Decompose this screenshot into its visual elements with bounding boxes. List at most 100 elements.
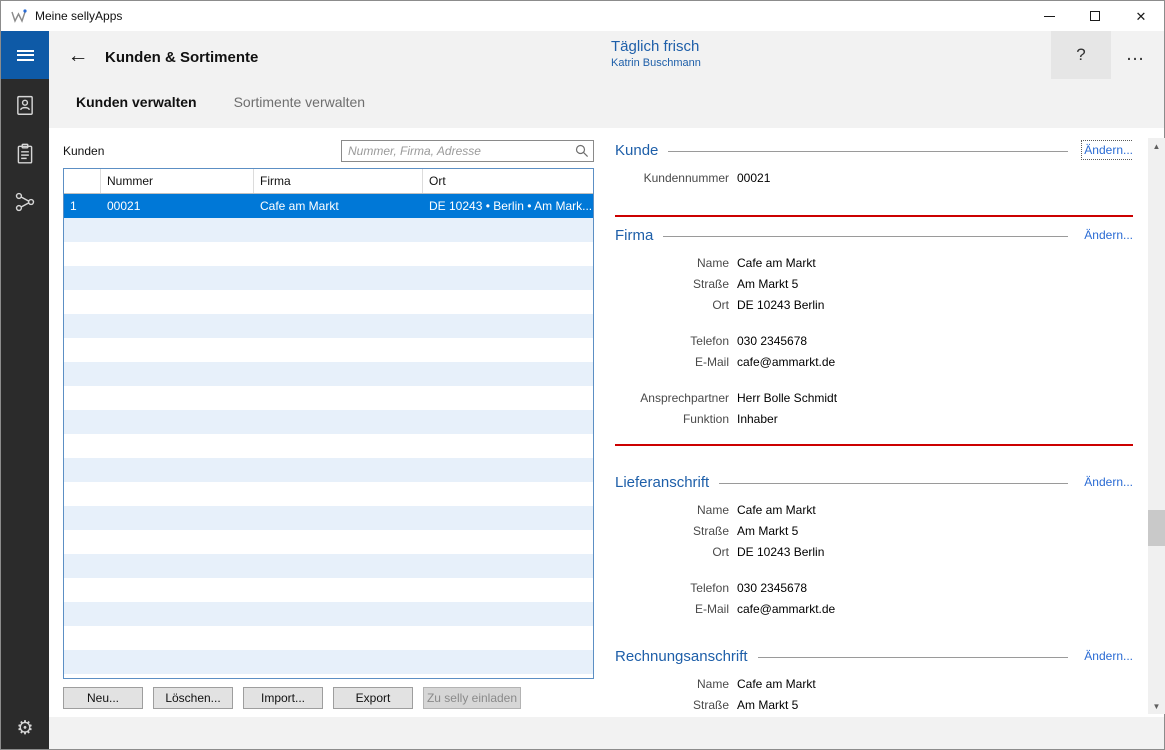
sidebar-item-share[interactable] — [1, 187, 49, 217]
field-value: Cafe am Markt — [737, 253, 816, 274]
section-firma: FirmaÄndern...NameCafe am MarktStraßeAm … — [615, 215, 1133, 446]
field-label: Telefon — [615, 331, 737, 352]
tab-kunden-verwalten[interactable]: Kunden verwalten — [76, 94, 197, 110]
main-content: Kunden Nummer Firma Ort 100021Cafe am Ma… — [49, 128, 1164, 719]
section-rechnungsanschrift: RechnungsanschriftÄndern...NameCafe am M… — [615, 646, 1133, 714]
empty-row[interactable] — [64, 362, 593, 386]
back-button[interactable]: ← — [61, 39, 95, 73]
empty-row[interactable] — [64, 434, 593, 458]
column-header-rowselector[interactable] — [64, 169, 101, 193]
close-icon: ✕ — [1136, 10, 1147, 23]
field-gap — [615, 373, 1133, 388]
section-title: Rechnungsanschrift — [615, 648, 748, 665]
list-title: Kunden — [63, 144, 104, 158]
scroll-thumb[interactable] — [1148, 510, 1165, 546]
table-row[interactable]: 100021Cafe am MarktDE 10243 • Berlin • A… — [64, 194, 593, 218]
empty-row[interactable] — [64, 242, 593, 266]
field-row: NameCafe am Markt — [615, 500, 1133, 521]
sidebar-item-customers[interactable] — [1, 91, 49, 121]
field-value: cafe@ammarkt.de — [737, 352, 835, 373]
empty-row[interactable] — [64, 554, 593, 578]
search-input[interactable] — [341, 140, 594, 162]
section-divider — [719, 483, 1068, 484]
account-info[interactable]: Täglich frisch Katrin Buschmann — [611, 38, 701, 69]
section-header: Kunde Ändern... — [615, 140, 1133, 160]
empty-row[interactable] — [64, 506, 593, 530]
field-value: Herr Bolle Schmidt — [737, 388, 837, 409]
empty-row[interactable] — [64, 266, 593, 290]
menu-button[interactable] — [1, 31, 49, 79]
new-button[interactable]: Neu... — [63, 687, 143, 709]
field-label: E-Mail — [615, 599, 737, 620]
field-label: Name — [615, 253, 737, 274]
section-title: Lieferanschrift — [615, 474, 709, 491]
change-link-kunde[interactable]: Ändern... — [1084, 143, 1133, 157]
empty-row[interactable] — [64, 458, 593, 482]
field-label: Kundennummer — [615, 168, 737, 189]
field-label: Ort — [615, 295, 737, 316]
empty-row[interactable] — [64, 578, 593, 602]
maximize-button[interactable] — [1072, 1, 1118, 31]
field-row: E-Mailcafe@ammarkt.de — [615, 352, 1133, 373]
field-label: Straße — [615, 521, 737, 542]
sidebar-item-orders[interactable] — [1, 139, 49, 169]
help-icon: ? — [1076, 45, 1085, 65]
empty-row[interactable] — [64, 410, 593, 434]
back-arrow-icon: ← — [68, 44, 89, 68]
customer-table-body: 100021Cafe am MarktDE 10243 • Berlin • A… — [64, 194, 593, 674]
table-header: Nummer Firma Ort — [64, 169, 593, 194]
change-link-lieferanschrift[interactable]: Ändern... — [1084, 475, 1133, 489]
more-button[interactable]: … — [1113, 31, 1157, 79]
maximize-icon — [1090, 11, 1100, 21]
delete-button[interactable]: Löschen... — [153, 687, 233, 709]
cell-index: 1 — [64, 194, 101, 218]
field-value: Am Markt 5 — [737, 521, 798, 542]
empty-row[interactable] — [64, 290, 593, 314]
cell-nummer: 00021 — [101, 194, 254, 218]
field-row: OrtDE 10243 Berlin — [615, 295, 1133, 316]
field-value: DE 10243 Berlin — [737, 295, 824, 316]
field-row: StraßeAm Markt 5 — [615, 695, 1133, 714]
section-header: Rechnungsanschrift Ändern... — [615, 646, 1133, 666]
vertical-scrollbar[interactable]: ▲ ▼ — [1148, 138, 1165, 714]
section-kunde: KundeÄndern...Kundennummer00021 — [615, 140, 1133, 189]
app-window: Meine sellyApps ✕ — [0, 0, 1165, 750]
help-button[interactable]: ? — [1051, 31, 1111, 79]
empty-row[interactable] — [64, 218, 593, 242]
section-lieferanschrift: Lieferanschrift Ändern... NameCafe am Mark… — [615, 472, 1133, 620]
scroll-down-icon[interactable]: ▼ — [1148, 698, 1165, 714]
empty-row[interactable] — [64, 314, 593, 338]
minimize-icon — [1044, 16, 1055, 17]
empty-row[interactable] — [64, 386, 593, 410]
customer-table: Nummer Firma Ort 100021Cafe am MarktDE 1… — [63, 168, 594, 679]
window-controls: ✕ — [1026, 1, 1164, 31]
search-icon — [575, 144, 589, 158]
sidebar: ⚙ — [1, 31, 49, 749]
empty-row[interactable] — [64, 338, 593, 362]
close-button[interactable]: ✕ — [1118, 1, 1164, 31]
change-link-rechnungsanschrift[interactable]: Ändern... — [1084, 649, 1133, 663]
export-button[interactable]: Export — [333, 687, 413, 709]
page-title: Kunden & Sortimente — [105, 49, 258, 66]
field-value: 030 2345678 — [737, 331, 807, 352]
import-button[interactable]: Import... — [243, 687, 323, 709]
section-title: Kunde — [615, 142, 658, 159]
column-header-nummer[interactable]: Nummer — [101, 169, 254, 193]
column-header-firma[interactable]: Firma — [254, 169, 423, 193]
settings-button[interactable]: ⚙ — [1, 713, 49, 743]
empty-row[interactable] — [64, 530, 593, 554]
scroll-up-icon[interactable]: ▲ — [1148, 138, 1165, 154]
column-header-ort[interactable]: Ort — [423, 169, 593, 193]
empty-row[interactable] — [64, 482, 593, 506]
field-label: Straße — [615, 695, 737, 714]
empty-row[interactable] — [64, 602, 593, 626]
empty-row[interactable] — [64, 626, 593, 650]
field-label: Straße — [615, 274, 737, 295]
empty-row[interactable] — [64, 650, 593, 674]
field-row: StraßeAm Markt 5 — [615, 274, 1133, 295]
tab-sortimente-verwalten[interactable]: Sortimente verwalten — [234, 94, 366, 110]
section-header: Lieferanschrift Ändern... — [615, 472, 1133, 492]
field-row: OrtDE 10243 Berlin — [615, 542, 1133, 563]
change-link-firma[interactable]: Ändern... — [1084, 228, 1133, 242]
minimize-button[interactable] — [1026, 1, 1072, 31]
